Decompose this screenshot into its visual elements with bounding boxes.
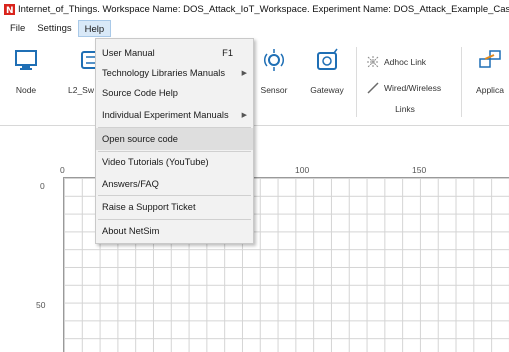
tool-application[interactable]: Applica: [470, 45, 509, 95]
wired-link-icon: [366, 81, 380, 95]
menu-item-open-source-code[interactable]: Open source code: [96, 128, 253, 150]
ribbon-toolbar: Node L2_Sw Sensor Gateway Adhoc Link Wir…: [0, 39, 509, 126]
menu-item-source-code-help[interactable]: Source Code Help: [96, 83, 253, 103]
ruler-y-tick: 0: [40, 181, 45, 191]
svg-text:N: N: [6, 6, 14, 15]
help-dropdown-menu: User Manual F1 Technology Libraries Manu…: [95, 38, 254, 244]
menu-item-video-tutorials[interactable]: Video Tutorials (YouTube): [96, 152, 253, 172]
tool-gateway[interactable]: Gateway: [308, 45, 346, 95]
tool-sensor[interactable]: Sensor: [258, 45, 290, 95]
netsim-app-icon: N: [4, 4, 15, 15]
tool-l2-switch-label: L2_Sw: [68, 85, 94, 95]
menu-item-about-netsim[interactable]: About NetSim: [96, 220, 253, 242]
tool-links: Links: [386, 92, 424, 114]
tool-node[interactable]: Node: [10, 45, 42, 95]
menu-help[interactable]: Help: [77, 20, 112, 37]
menu-item-raise-support-ticket[interactable]: Raise a Support Ticket: [96, 196, 253, 218]
ruler-x-tick: 0: [60, 165, 65, 175]
ribbon-divider: [356, 47, 357, 117]
tool-sensor-label: Sensor: [260, 85, 288, 95]
monitor-icon: [11, 45, 41, 75]
menu-item-label: Answers/FAQ: [102, 179, 159, 189]
tool-gateway-label: Gateway: [310, 85, 344, 95]
menu-settings[interactable]: Settings: [31, 20, 77, 37]
gateway-icon: [312, 45, 342, 75]
menu-bar: File Settings Help: [0, 19, 509, 38]
menu-item-label: Raise a Support Ticket: [102, 202, 196, 212]
menu-item-label: About NetSim: [102, 226, 160, 236]
menu-item-label: Technology Libraries Manuals: [102, 68, 225, 78]
ruler-x-tick: 150: [412, 165, 427, 175]
menu-item-label: Video Tutorials (YouTube): [102, 157, 209, 167]
tool-links-label: Links: [395, 104, 415, 114]
menu-item-label: Source Code Help: [102, 88, 178, 98]
design-canvas[interactable]: 0 100 150 0 50: [0, 127, 509, 352]
menu-item-technology-libraries-manuals[interactable]: Technology Libraries Manuals ▶: [96, 63, 253, 83]
sensor-icon: [259, 45, 289, 75]
adhoc-link-icon: [366, 55, 380, 69]
adhoc-link-tool[interactable]: Adhoc Link: [366, 55, 426, 69]
menu-item-user-manual[interactable]: User Manual F1: [96, 43, 253, 63]
menu-item-label: User Manual: [102, 48, 155, 58]
chevron-right-icon: ▶: [241, 70, 247, 77]
ribbon-divider: [461, 47, 462, 117]
ruler-x-tick: 100: [295, 165, 310, 175]
chevron-right-icon: ▶: [241, 112, 247, 119]
adhoc-link-label: Adhoc Link: [384, 57, 427, 67]
title-bar: N Internet_of_Things. Workspace Name: DO…: [0, 0, 509, 19]
shortcut-f1: F1: [222, 48, 233, 58]
menu-item-label: Open source code: [102, 134, 178, 144]
menu-item-answers-faq[interactable]: Answers/FAQ: [96, 174, 253, 194]
application-icon: [475, 45, 505, 75]
window-title: Internet_of_Things. Workspace Name: DOS_…: [18, 4, 509, 15]
menu-item-label: Individual Experiment Manuals: [102, 110, 229, 120]
menu-file[interactable]: File: [4, 20, 31, 37]
tool-node-label: Node: [15, 85, 37, 95]
ruler-y-tick: 50: [36, 300, 46, 310]
menu-item-individual-experiment-manuals[interactable]: Individual Experiment Manuals ▶: [96, 105, 253, 125]
tool-application-label: Applica: [476, 85, 504, 95]
